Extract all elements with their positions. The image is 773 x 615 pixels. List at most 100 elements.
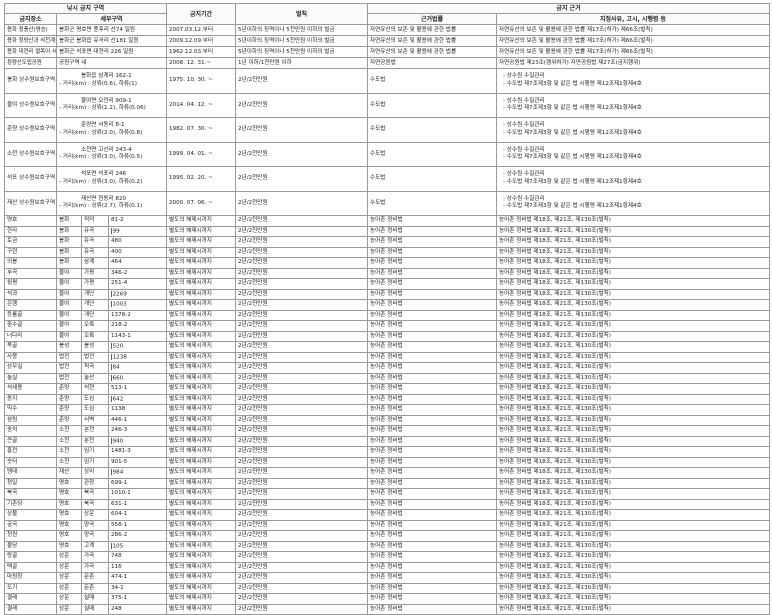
period-cell: 별도의 해제시까지 (166, 278, 236, 290)
lot-number-cell: 1238 (108, 351, 167, 363)
penalty-cell: 2년/2천만원 (235, 561, 368, 573)
law-cell: 농어촌 정비법 (367, 509, 497, 521)
township-cell: 법전 (56, 372, 82, 384)
penalty-cell: 2년/2천만원 (235, 498, 368, 510)
table-row: 기촌당 명호 북곡 631-1 별도의 해제시까지 2년/2천만원 농어촌 정비법 농어촌 정… (4, 498, 771, 510)
detail-cell: 석포면 석포리 246- 거리(km) : 상류(3.0), 하류(0.2) (56, 166, 167, 192)
period-cell: 별도의 해제시까지 (166, 215, 236, 227)
detail-cell: 물야면 오전리 909-1- 거리(km) : 상류(1.2), 하류(0.06… (56, 92, 167, 118)
lot-number-cell: 218-2 (108, 320, 167, 332)
penalty-cell: 2년/2천만원 (235, 593, 368, 605)
district-name-cell: 뒹평 (4, 278, 57, 290)
designation-cell: 농어촌 정비법 제18조, 제21조, 제130조(벌칙) (495, 299, 771, 311)
place-cell: 용화 청량산과 석천계곡(명승) (4, 35, 57, 47)
period-cell: 별도의 해제시까지 (166, 425, 236, 437)
table-row: 상우실 법전 척곡 84 별도의 해제시까지 2년/2천만원 농어촌 정비법 농어촌 정비법 … (4, 362, 771, 374)
law-cell: 농어촌 정비법 (367, 519, 497, 531)
lot-number-cell: 642 (108, 393, 167, 405)
village-cell: 오록 (81, 320, 109, 332)
designation-cell: 농어촌 정비법 제18조, 제21조, 제130조(벌칙) (495, 582, 771, 594)
designation-cell: 자연유산의 보존 및 활용에 관한 법률 제17조(허가) 제66조(벌칙) (495, 46, 771, 58)
penalty-cell: 2년/2천만원 (235, 509, 368, 521)
penalty-cell: 2년/2천만원 (235, 540, 368, 552)
district-name-cell: 등룡골 (4, 309, 57, 321)
designation-cell: 농어촌 정비법 제18조, 제21조, 제130조(벌칙) (495, 561, 771, 573)
lot-number-cell: 116 (108, 561, 167, 573)
law-cell: 농어촌 정비법 (367, 498, 497, 510)
penalty-cell: 2년/2천만원 (235, 425, 368, 437)
penalty-cell: 1년 이하/1천만원 이하 (235, 57, 368, 69)
penalty-cell: 2년/2천만원 (235, 414, 368, 426)
township-cell: 봉화 (56, 236, 82, 248)
district-name-cell: 의봉 (4, 257, 57, 269)
lot-number-cell: 1003 (108, 299, 167, 311)
header-zone-group: 낚시 금지 구역 (4, 3, 167, 14)
lot-number-cell: 480 (108, 236, 167, 248)
detail-line: - 거리(km) : 상류(0.6), 하류(1) (59, 80, 137, 87)
table-row: 청량산도립공원 공원구역 내 2008. 12. 31.~ 1년 이하/1천만원 이하… (4, 57, 771, 69)
lot-number-cell: 940 (108, 435, 167, 447)
village-cell: 개단 (81, 309, 109, 321)
designation-cell: 농어촌 정비법 제18조, 제21조, 제130조(벌칙) (495, 572, 771, 584)
designation-cell: 농어촌 정비법 제18조, 제21조, 제130조(벌칙) (495, 467, 771, 479)
period-cell: 별도의 해제시까지 (166, 414, 236, 426)
penalty-cell: 2년/2천만원 (235, 519, 368, 531)
lot-number: 1138 (111, 406, 126, 413)
cell-marker-icon (111, 374, 112, 381)
village-cell: 상운 (81, 509, 109, 521)
district-name-cell: 상우실 (4, 362, 57, 374)
place-cell: 석포 상수원보호구역 (4, 166, 57, 192)
lot-number-cell: 34-1 (108, 582, 167, 594)
designation-cell: 농어촌 정비법 제18조, 제21조, 제130조(벌칙) (495, 288, 771, 300)
lot-number-cell: 248 (108, 603, 167, 615)
table-row: 구현 봉화 유곡 400 별도의 해제시까지 2년/2천만원 농어촌 정비법 농어촌 정비법 … (4, 246, 771, 258)
table-row: 삼림 춘양 서벽 446-1 별도의 해제시까지 2년/2천만원 농어촌 정비법 농어촌 정비… (4, 414, 771, 426)
lot-number: 699-1 (111, 479, 128, 486)
township-cell: 물야 (56, 320, 82, 332)
designation-cell: 농어촌 정비법 제18조, 제21조, 제130조(벌칙) (495, 341, 771, 353)
table-row: 의봉 봉화 삼계 464 별도의 해제시까지 2년/2천만원 농어촌 정비법 농어촌 정비법 … (4, 257, 771, 269)
township-cell: 법전 (56, 362, 82, 374)
lot-number-cell: 748 (108, 551, 167, 563)
lot-number-cell: 2269 (108, 288, 167, 300)
designation-cell: 농어촌 정비법 제18조, 제21조, 제130조(벌칙) (495, 309, 771, 321)
law-cell: 농어촌 정비법 (367, 330, 497, 342)
table-row: 동지 춘양 도심 642 별도의 해제시까지 2년/2천만원 농어촌 정비법 농어촌 정비법 … (4, 393, 771, 405)
table-row: 석포 상수원보호구역 석포면 석포리 246- 거리(km) : 상류(3.0),… (4, 166, 771, 192)
designation-cell: - 상수원 수질관리 - 수도법 제7조제3항 및 같은 법 시행령 제12조제1… (495, 166, 771, 192)
period-cell: 별도의 해제시까지 (166, 498, 236, 510)
township-cell: 물야 (56, 309, 82, 321)
penalty-cell: 2년/2천만원 (235, 166, 368, 192)
designation-cell: 농어촌 정비법 제18조, 제21조, 제130조(벌칙) (495, 362, 771, 374)
lot-number: 116 (111, 563, 122, 570)
cell-marker-icon (111, 469, 112, 475)
designation-line: - 수도법 제7조제3항 및 같은 법 시행령 제12조제1항제4호 (503, 154, 642, 161)
designation-line: - 상수원 수질관리 (503, 122, 545, 129)
place-cell: 용화 청풍산(명승) (4, 24, 57, 36)
lot-number-cell: 1138 (108, 404, 167, 416)
district-name-cell: 기촌당 (4, 498, 57, 510)
period-cell: 별도의 해제시까지 (166, 267, 236, 279)
table-row: 재산 상수원보호구역 재산면 현동리 820- 거리(km) : 상류(2.7),… (4, 190, 771, 216)
penalty-cell: 2년/2천만원 (235, 530, 368, 542)
penalty-cell: 2년/2천만원 (235, 467, 368, 479)
period-cell: 별도의 해제시까지 (166, 320, 236, 332)
period-cell: 별도의 해제시까지 (166, 561, 236, 573)
penalty-cell: 2년/2천만원 (235, 190, 368, 216)
law-cell: 농어촌 정비법 (367, 225, 497, 237)
penalty-cell: 2년/2천만원 (235, 299, 368, 311)
period-cell: 2000. 07. 06. ~ (166, 190, 236, 216)
lot-number-cell: 81-2 (108, 215, 167, 227)
period-cell: 1999. 04. 01. ~ (166, 141, 236, 167)
township-cell: 춘양 (56, 404, 82, 416)
period-cell: 별도의 해제시까지 (166, 488, 236, 500)
designation-cell: 농어촌 정비법 제18조, 제21조, 제130조(벌칙) (495, 446, 771, 458)
law-cell: 농어촌 정비법 (367, 351, 497, 363)
village-cell: 서벽 (81, 414, 109, 426)
village-cell: 개단 (81, 299, 109, 311)
penalty-cell: 2년/2천만원 (235, 288, 368, 300)
table-row: 부곡 물야 가평 346-2 별도의 해제시까지 2년/2천만원 농어촌 정비법 농어촌 정비… (4, 267, 771, 279)
table-row: 춘양 상수원보호구역 춘양면 서동리 8-1- 거리(km) : 상류(2.0),… (4, 117, 771, 143)
village-cell: 북곡 (81, 488, 109, 500)
penalty-cell: 2년/2천만원 (235, 215, 368, 227)
